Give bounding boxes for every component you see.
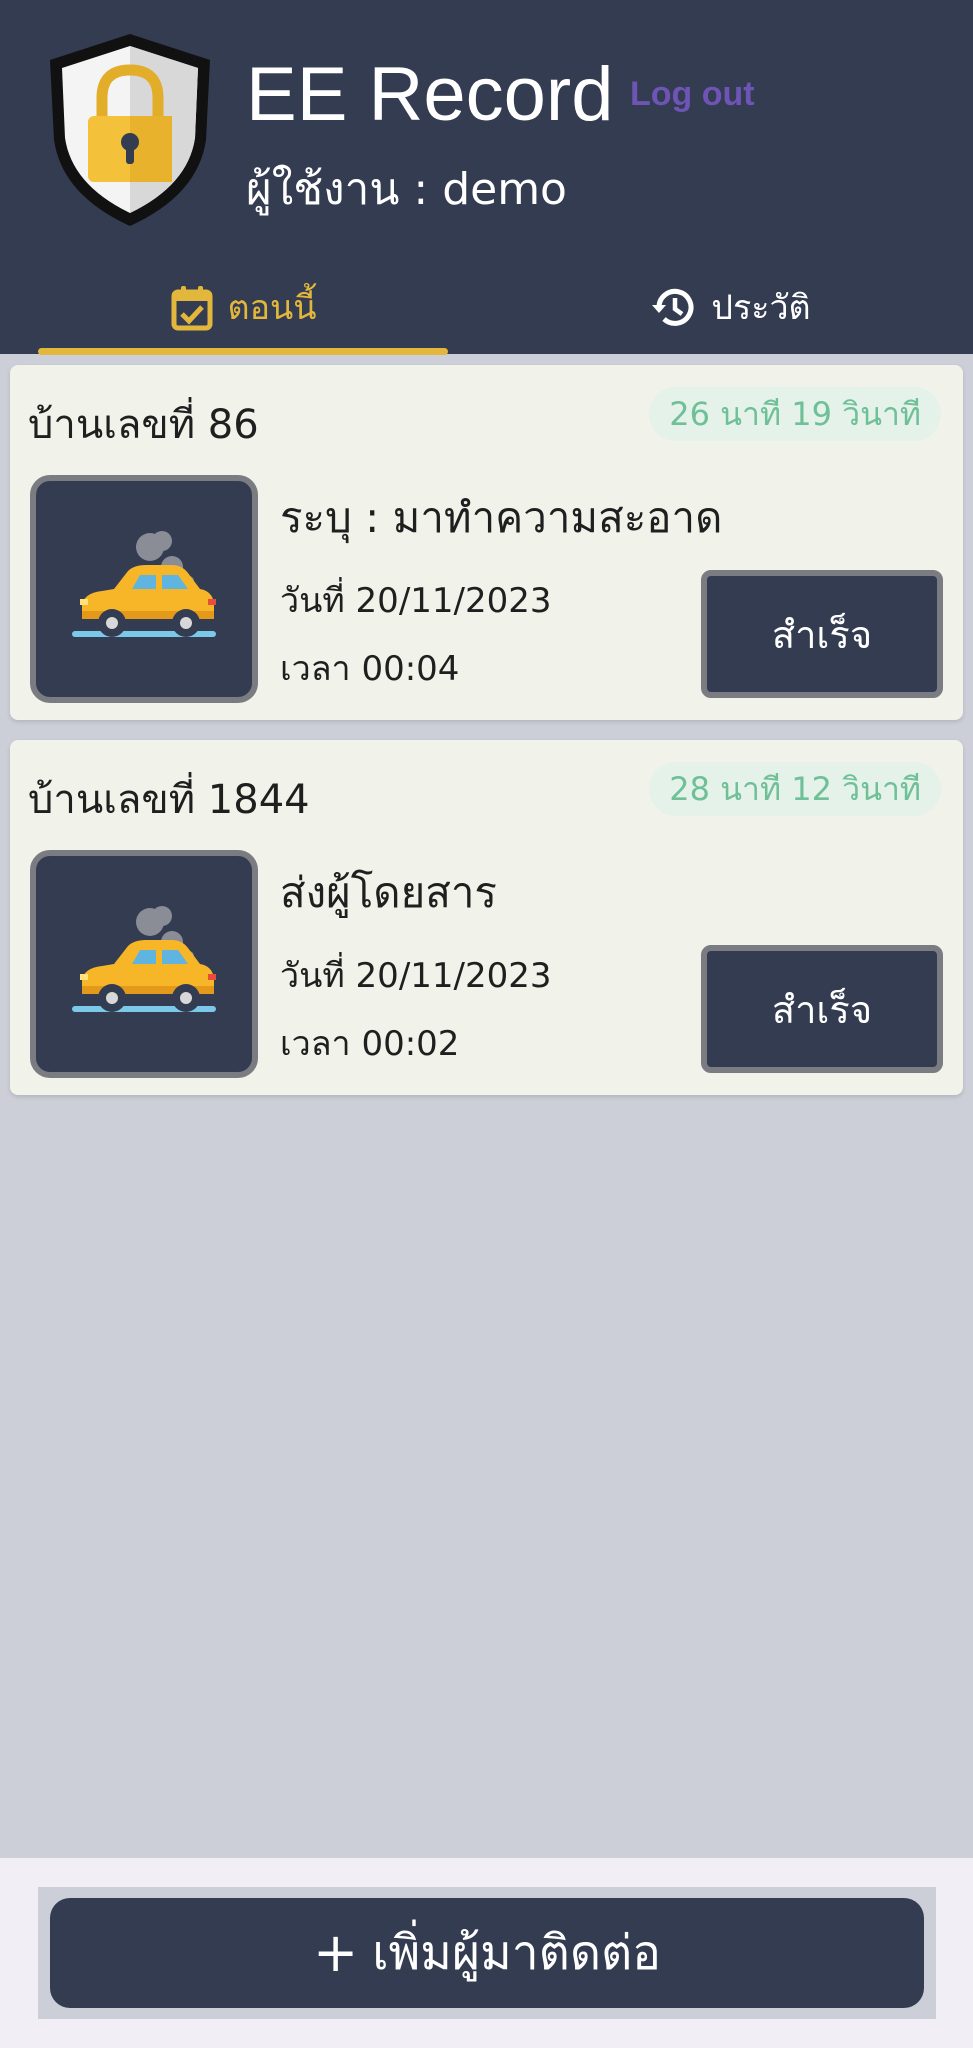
record-card: บ้านเลขที่ 1844 28 นาที 12 วินาที ส่งผู้…	[10, 740, 963, 1095]
elapsed-time-badge: 26 นาที 19 วินาที	[649, 387, 941, 441]
tab-history[interactable]: ประวัติ	[530, 262, 930, 354]
tab-history-label: ประวัติ	[711, 288, 811, 328]
active-tab-indicator	[38, 348, 448, 355]
visit-time: เวลา 00:04	[280, 649, 460, 689]
calendar-check-icon	[171, 286, 212, 331]
add-visitor-button[interactable]: + เพิ่มผู้มาติดต่อ	[50, 1898, 924, 2008]
plus-icon: +	[313, 1921, 359, 1984]
logout-link[interactable]: Log out	[630, 70, 755, 118]
current-user-label: ผู้ใช้งาน : demo	[246, 164, 567, 215]
house-number: บ้านเลขที่ 86	[28, 402, 259, 448]
tab-now-label: ตอนนี้	[227, 288, 317, 328]
visit-date: วันที่ 20/11/2023	[280, 581, 552, 621]
add-visitor-label: เพิ่มผู้มาติดต่อ	[372, 1925, 661, 1981]
visit-description: ระบุ : มาทำความสะอาด	[280, 493, 723, 542]
record-thumbnail	[30, 850, 258, 1078]
record-thumbnail	[30, 475, 258, 703]
visit-description: ส่งผู้โดยสาร	[280, 868, 497, 917]
app-header: EE Record Log out ผู้ใช้งาน : demo ตอนนี…	[0, 0, 973, 355]
visit-date: วันที่ 20/11/2023	[280, 956, 552, 996]
shield-lock-logo-icon	[50, 34, 210, 226]
tab-now[interactable]: ตอนนี้	[38, 262, 448, 354]
car-icon	[72, 906, 216, 1012]
car-icon	[72, 531, 216, 637]
house-number: บ้านเลขที่ 1844	[28, 777, 310, 823]
complete-button[interactable]: สำเร็จ	[701, 945, 943, 1073]
app-screen: EE Record Log out ผู้ใช้งาน : demo ตอนนี…	[0, 0, 973, 2048]
elapsed-time-badge: 28 นาที 12 วินาที	[649, 762, 941, 816]
visit-time: เวลา 00:02	[280, 1024, 460, 1064]
record-card: บ้านเลขที่ 86 26 นาที 19 วินาที ระบุ: ม…	[10, 365, 963, 720]
complete-button[interactable]: สำเร็จ	[701, 570, 943, 698]
app-title: EE Record	[246, 52, 614, 137]
history-icon	[652, 288, 694, 326]
